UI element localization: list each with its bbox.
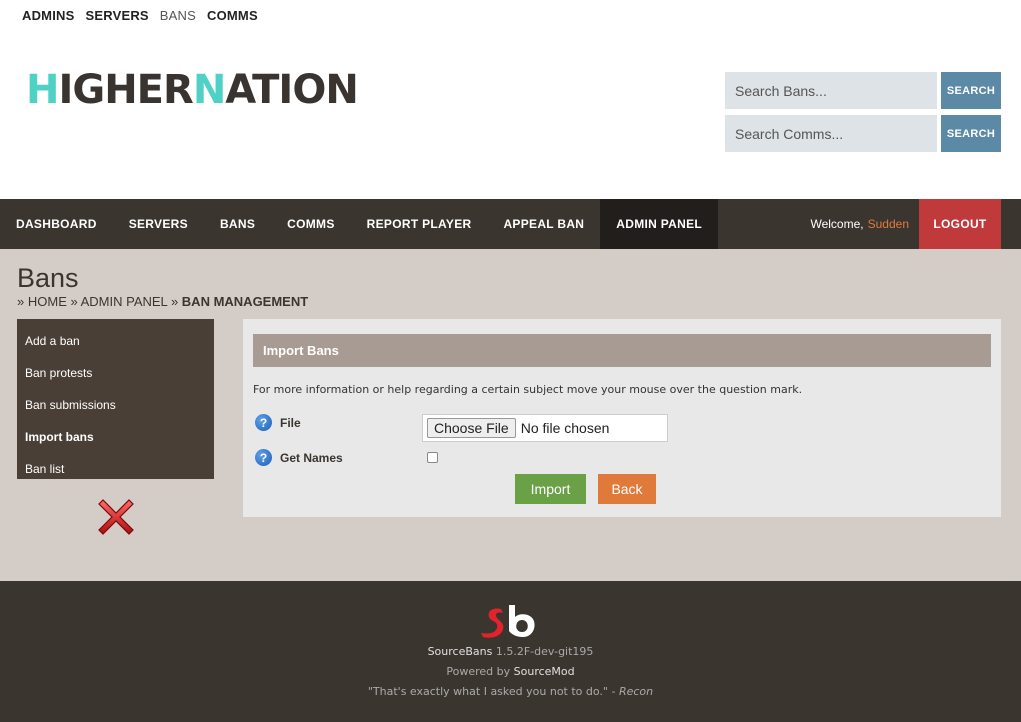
- breadcrumb: » HOME » ADMIN PANEL » BAN MANAGEMENT: [17, 294, 308, 309]
- get-names-label: Get Names: [280, 450, 343, 465]
- nav-dashboard[interactable]: DASHBOARD: [0, 199, 113, 249]
- sidemenu-ban-protests[interactable]: Ban protests: [17, 357, 214, 389]
- get-names-row: ? Get Names: [255, 449, 343, 466]
- search-comms-row: SEARCH: [725, 115, 1001, 152]
- import-button[interactable]: Import: [515, 474, 586, 504]
- toplink-servers[interactable]: SERVERS: [85, 8, 148, 23]
- toplink-admins[interactable]: ADMINS: [22, 8, 74, 23]
- search-comms-button[interactable]: SEARCH: [941, 115, 1001, 152]
- file-row: ? File: [255, 414, 301, 431]
- choose-file-button[interactable]: Choose File: [427, 418, 516, 438]
- logout-button[interactable]: LOGOUT: [919, 199, 1001, 249]
- nav-comms[interactable]: COMMS: [271, 199, 351, 249]
- footer-version-line: SourceBans 1.5.2F-dev-git195: [0, 645, 1021, 658]
- logo-letter-h: H: [26, 67, 59, 113]
- main-nav: DASHBOARD SERVERS BANS COMMS REPORT PLAY…: [0, 199, 1021, 249]
- breadcrumb-sep: »: [17, 294, 25, 309]
- breadcrumb-sep: »: [170, 294, 179, 309]
- help-question-icon[interactable]: ?: [255, 449, 272, 466]
- breadcrumb-admin-panel[interactable]: ADMIN PANEL: [81, 294, 168, 309]
- page-title: Bans: [17, 263, 79, 293]
- footer-powered-label: Powered by: [446, 665, 511, 678]
- content-area: Bans » HOME » ADMIN PANEL » BAN MANAGEME…: [0, 249, 1021, 581]
- sidemenu-ban-submissions[interactable]: Ban submissions: [17, 389, 214, 421]
- search-bans-row: SEARCH: [725, 72, 1001, 109]
- search-bans-button[interactable]: SEARCH: [941, 72, 1001, 109]
- footer-app-name[interactable]: SourceBans: [428, 645, 493, 658]
- nav-appeal-ban[interactable]: APPEAL BAN: [487, 199, 600, 249]
- logo-letter-n: N: [192, 67, 226, 113]
- nav-servers[interactable]: SERVERS: [113, 199, 204, 249]
- panel-info-text: For more information or help regarding a…: [253, 383, 803, 396]
- footer-quote-line: "That's exactly what I asked you not to …: [0, 685, 1021, 698]
- search-comms-input[interactable]: [725, 115, 937, 152]
- toplink-comms[interactable]: COMMS: [207, 8, 258, 23]
- footer-powered-line: Powered by SourceMod: [0, 665, 1021, 678]
- sidemenu-import-bans[interactable]: Import bans: [17, 421, 214, 453]
- nav-admin-panel[interactable]: ADMIN PANEL: [600, 199, 719, 249]
- top-links: ADMINS SERVERS BANS COMMS: [22, 8, 258, 23]
- import-bans-panel: Import Bans For more information or help…: [243, 319, 1001, 517]
- footer-version: 1.5.2F-dev-git195: [495, 645, 594, 658]
- breadcrumb-sep: »: [70, 294, 78, 309]
- close-x-icon[interactable]: [93, 494, 139, 540]
- nav-report-player[interactable]: REPORT PLAYER: [351, 199, 488, 249]
- ban-side-menu: Add a ban Ban protests Ban submissions I…: [17, 319, 214, 479]
- footer-sourcemod-link[interactable]: SourceMod: [514, 665, 575, 678]
- help-question-icon[interactable]: ?: [255, 414, 272, 431]
- breadcrumb-home[interactable]: HOME: [28, 294, 67, 309]
- get-names-checkbox[interactable]: [427, 452, 438, 463]
- sourcebans-logo-icon[interactable]: [479, 603, 541, 641]
- site-logo[interactable]: HIGHERNATION: [26, 67, 359, 113]
- welcome-label: Welcome,: [810, 217, 864, 231]
- file-input[interactable]: Choose File No file chosen: [422, 414, 668, 442]
- logo-text-1: IGHER: [58, 67, 193, 113]
- logo-text-2: ATION: [225, 67, 358, 113]
- sidemenu-ban-list[interactable]: Ban list: [17, 453, 214, 485]
- file-status: No file chosen: [520, 420, 610, 436]
- toplink-bans[interactable]: BANS: [160, 8, 196, 23]
- file-label: File: [280, 415, 301, 430]
- footer-quote-author: Recon: [618, 685, 654, 698]
- nav-bans[interactable]: BANS: [204, 199, 271, 249]
- search-bans-input[interactable]: [725, 72, 937, 109]
- welcome-text: Welcome, Sudden: [810, 199, 919, 249]
- footer: SourceBans 1.5.2F-dev-git195 Powered by …: [0, 581, 1021, 722]
- footer-quote: "That's exactly what I asked you not to …: [367, 685, 616, 698]
- back-button[interactable]: Back: [598, 474, 656, 504]
- username-link[interactable]: Sudden: [868, 217, 909, 231]
- breadcrumb-current: BAN MANAGEMENT: [181, 294, 309, 309]
- sidemenu-add-ban[interactable]: Add a ban: [17, 325, 214, 357]
- panel-title: Import Bans: [253, 334, 991, 367]
